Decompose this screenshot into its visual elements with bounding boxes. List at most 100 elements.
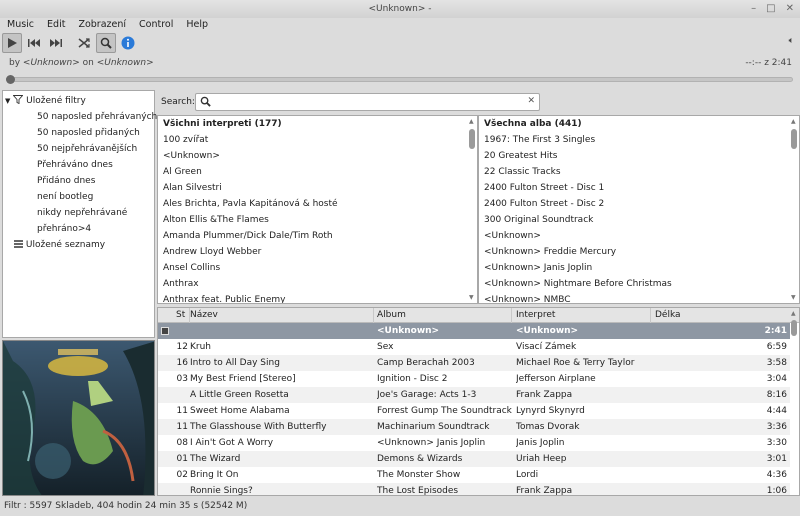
search-toggle-button[interactable] (96, 33, 116, 53)
track-title: Ronnie Sings? (190, 486, 253, 496)
table-row[interactable]: 12 Kruh Sex Visací Zámek 6:59 (158, 339, 790, 355)
scroll-up-icon[interactable]: ▲ (791, 118, 796, 125)
table-row[interactable]: 16 Intro to All Day Sing Camp Berachah 200… (158, 355, 790, 371)
track-scrollbar[interactable]: ▲ (791, 310, 797, 493)
column-header-album[interactable]: Album (373, 308, 512, 323)
album-item[interactable]: <Unknown> NMBC (479, 292, 799, 303)
maximize-icon[interactable]: □ (766, 0, 775, 18)
filter-icon (12, 95, 24, 105)
album-item[interactable]: 1967: The First 3 Singles (479, 132, 799, 148)
filter-item[interactable]: Přidáno dnes (3, 173, 154, 189)
expand-arrow-icon[interactable]: ▼ (5, 97, 10, 105)
filter-item[interactable]: 50 nejpřehrávanějších (3, 141, 154, 157)
album-item[interactable]: <Unknown> Janis Joplin (479, 260, 799, 276)
album-item[interactable]: 22 Classic Tracks (479, 164, 799, 180)
volume-icon[interactable]: 🔈︎ (789, 36, 794, 46)
menu-edit[interactable]: Edit (47, 18, 65, 32)
search-label: Search: (161, 97, 195, 107)
artist-item[interactable]: Ales Brichta, Pavla Kapitánová & hosté (158, 196, 477, 212)
track-number: 02 (176, 470, 188, 480)
next-button[interactable] (46, 33, 66, 53)
artist-item[interactable]: Al Green (158, 164, 477, 180)
shuffle-icon (78, 38, 90, 48)
artist-item[interactable]: Anthrax (158, 276, 477, 292)
track-length: 4:44 (766, 406, 787, 416)
album-item[interactable]: 300 Original Soundtrack (479, 212, 799, 228)
seek-handle[interactable] (6, 75, 15, 84)
title-bar: <Unknown> - – □ ✕ (0, 0, 800, 18)
track-length: 1:06 (766, 486, 787, 496)
scroll-up-icon[interactable]: ▲ (469, 118, 474, 125)
album-item[interactable]: <Unknown> Nightmare Before Christmas (479, 276, 799, 292)
table-row[interactable]: Ronnie Sings? The Lost Episodes Frank Zapp… (158, 483, 790, 496)
toolbar (0, 32, 800, 54)
filter-item[interactable]: nikdy nepřehrávané (3, 205, 154, 221)
artist-scrollbar[interactable]: ▲ ▼ (469, 118, 475, 301)
info-button[interactable] (118, 33, 138, 53)
artist-item[interactable]: Ansel Collins (158, 260, 477, 276)
tree-saved-playlists[interactable]: Uložené seznamy (3, 237, 154, 253)
artist-item[interactable]: Amanda Plummer/Dick Dale/Tim Roth (158, 228, 477, 244)
menu-help[interactable]: Help (186, 18, 208, 32)
artist-list-header[interactable]: Všichni interpreti (177) (158, 116, 477, 132)
artist-item[interactable]: Alan Silvestri (158, 180, 477, 196)
track-number: 16 (176, 358, 188, 368)
artist-item[interactable]: Anthrax feat. Public Enemy (158, 292, 477, 303)
album-item[interactable]: <Unknown> Freddie Mercury (479, 244, 799, 260)
filter-item[interactable]: 50 naposled přidaných (3, 125, 154, 141)
filter-item[interactable]: není bootleg (3, 189, 154, 205)
track-title: Kruh (190, 342, 212, 352)
table-row[interactable]: 02 Bring It On The Monster Show Lordi 4:36 (158, 467, 790, 483)
tree-root-saved-filters[interactable]: ▼ Uložené filtry (3, 93, 154, 109)
menu-control[interactable]: Control (139, 18, 173, 32)
column-header-length[interactable]: Délka (651, 308, 790, 323)
album-item[interactable]: 2400 Fulton Street - Disc 1 (479, 180, 799, 196)
table-row-current[interactable]: <Unknown> <Unknown> 2:41 (158, 323, 790, 339)
table-row[interactable]: 08 I Ain't Got A Worry <Unknown> Janis Jop… (158, 435, 790, 451)
table-row[interactable]: 03 My Best Friend [Stereo] Ignition - Disc… (158, 371, 790, 387)
filter-item[interactable]: 50 naposled přehrávaných (3, 109, 157, 125)
menu-music[interactable]: Music (7, 18, 34, 32)
artist-item[interactable]: <Unknown> (158, 148, 477, 164)
previous-button[interactable] (24, 33, 44, 53)
column-header-title[interactable]: Název (186, 308, 374, 323)
minimize-icon[interactable]: – (751, 0, 756, 18)
scroll-down-icon[interactable]: ▼ (469, 294, 474, 301)
close-icon[interactable]: ✕ (786, 0, 794, 18)
column-header-artist[interactable]: Interpret (512, 308, 651, 323)
shuffle-button[interactable] (74, 33, 94, 53)
table-row[interactable]: 11 The Glasshouse With Butterfly Machinari… (158, 419, 790, 435)
track-artist: Frank Zappa (516, 486, 573, 496)
album-list: Všechna alba (441) 1967: The First 3 Sin… (478, 115, 800, 304)
table-row[interactable]: 11 Sweet Home Alabama Forrest Gump The Sou… (158, 403, 790, 419)
play-button[interactable] (2, 33, 22, 53)
track-title (190, 323, 370, 339)
album-item[interactable]: 20 Greatest Hits (479, 148, 799, 164)
clear-search-icon[interactable]: ✕ (527, 96, 535, 106)
scroll-thumb[interactable] (791, 129, 797, 149)
track-number: 11 (176, 406, 188, 416)
search-icon (200, 96, 211, 107)
artist-item[interactable]: Andrew Lloyd Webber (158, 244, 477, 260)
album-list-header[interactable]: Všechna alba (441) (479, 116, 799, 132)
album-scrollbar[interactable]: ▲ ▼ (791, 118, 797, 301)
track-number: 01 (176, 454, 188, 464)
filter-item[interactable]: přehráno>4 (3, 221, 154, 237)
track-album: The Monster Show (377, 470, 461, 480)
playlists-label: Uložené seznamy (25, 240, 106, 250)
filter-item[interactable]: Přehráváno dnes (3, 157, 154, 173)
scroll-thumb[interactable] (791, 320, 797, 336)
seek-bar[interactable] (6, 77, 793, 82)
scroll-thumb[interactable] (469, 129, 475, 149)
search-input[interactable]: ✕ (195, 93, 540, 111)
album-item[interactable]: <Unknown> (479, 228, 799, 244)
track-number (172, 387, 188, 403)
artist-item[interactable]: 100 zvířat (158, 132, 477, 148)
table-row[interactable]: A Little Green Rosetta Joe's Garage: Acts… (158, 387, 790, 403)
artist-item[interactable]: Alton Ellis &The Flames (158, 212, 477, 228)
scroll-down-icon[interactable]: ▼ (791, 294, 796, 301)
scroll-up-icon[interactable]: ▲ (791, 310, 796, 317)
table-row[interactable]: 01 The Wizard Demons & Wizards Uriah Heep 3:… (158, 451, 790, 467)
menu-view[interactable]: Zobrazení (78, 18, 126, 32)
album-item[interactable]: 2400 Fulton Street - Disc 2 (479, 196, 799, 212)
